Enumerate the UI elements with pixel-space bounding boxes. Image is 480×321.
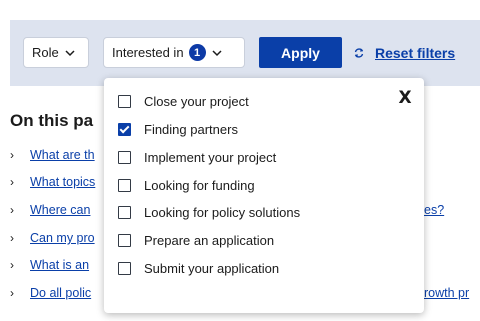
toc-link[interactable]: What is an [30,258,89,272]
toc-link[interactable]: Do all polic [30,286,91,300]
option-label: Close your project [144,93,249,109]
role-filter-dropdown[interactable]: Role [23,37,89,68]
interested-in-filter-dropdown[interactable]: Interested in 1 [103,37,245,68]
toc-link[interactable]: Can my pro [30,231,95,245]
option-label: Implement your project [144,149,277,165]
selected-count-badge: 1 [188,44,206,61]
option-looking-for-funding[interactable]: Looking for funding [118,175,255,195]
checkbox[interactable] [118,233,131,247]
option-close-your-project[interactable]: Close your project [118,91,249,111]
option-prepare-an-application[interactable]: Prepare an application [118,230,274,250]
refresh-icon [354,47,364,58]
option-label: Finding partners [144,121,238,137]
option-looking-for-policy-solutions[interactable]: Looking for policy solutions [118,202,300,222]
on-this-page-title: On this pa [10,111,94,130]
toc-link-tail[interactable]: es? [424,203,444,217]
close-button[interactable]: X [396,89,414,107]
option-label: Looking for policy solutions [144,204,301,220]
role-filter-label: Role [32,45,59,60]
checkbox[interactable] [118,261,131,275]
toc-link-tail[interactable]: rowth pr [424,286,469,300]
toc-link[interactable]: What topics [30,175,95,189]
toc-link[interactable]: What are th [30,148,95,162]
chevron-right-icon: › [10,231,14,245]
option-finding-partners[interactable]: Finding partners [118,119,238,139]
checkbox[interactable] [118,205,131,219]
chevron-right-icon: › [10,286,14,300]
checkbox[interactable] [118,94,131,108]
chevron-down-icon [212,49,222,56]
apply-button[interactable]: Apply [259,37,342,68]
chevron-right-icon: › [10,148,14,162]
reset-filters-label: Reset filters [375,44,456,61]
option-label: Submit your application [144,260,280,276]
checkbox[interactable] [118,150,131,164]
option-label: Looking for funding [144,177,255,193]
filter-bar: Role Interested in 1 Apply Reset filters [10,20,480,86]
toc-link[interactable]: Where can [30,203,90,217]
reset-filters-link[interactable]: Reset filters [353,37,455,68]
chevron-right-icon: › [10,203,14,217]
option-label: Prepare an application [144,232,275,248]
option-submit-your-application[interactable]: Submit your application [118,258,279,278]
chevron-right-icon: › [10,258,14,272]
checkbox[interactable] [118,178,131,192]
option-implement-your-project[interactable]: Implement your project [118,147,276,167]
checkbox-checked[interactable] [118,122,131,136]
chevron-down-icon [65,49,75,56]
chevron-right-icon: › [10,175,14,189]
interested-in-dropdown-panel: X Close your project Finding partners Im… [104,78,424,313]
interested-in-label: Interested in [112,45,184,60]
